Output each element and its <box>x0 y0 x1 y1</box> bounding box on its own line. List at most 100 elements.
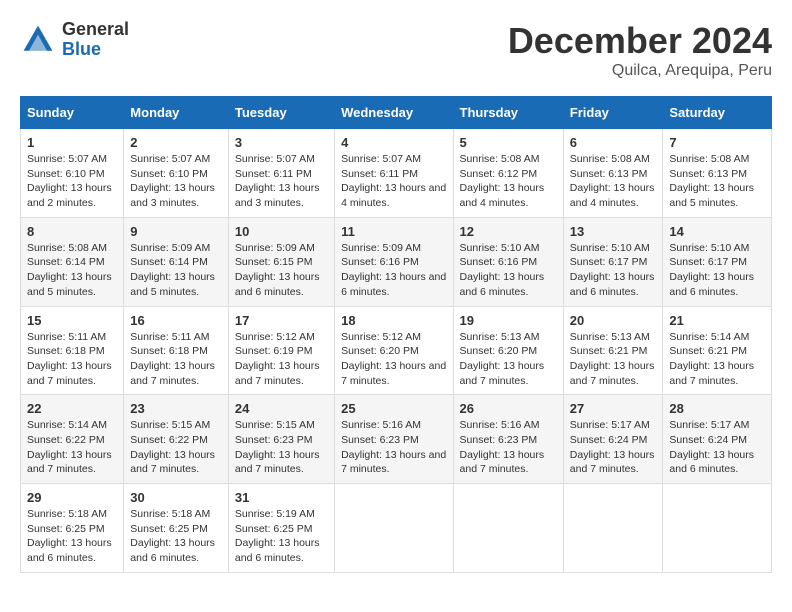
day-info: Sunrise: 5:09 AM Sunset: 6:14 PM Dayligh… <box>130 241 222 300</box>
table-row: 12 Sunrise: 5:10 AM Sunset: 6:16 PM Dayl… <box>453 217 563 306</box>
day-info: Sunrise: 5:10 AM Sunset: 6:17 PM Dayligh… <box>570 241 657 300</box>
page-header: General Blue December 2024 Quilca, Arequ… <box>20 20 772 80</box>
day-number: 6 <box>570 135 657 150</box>
header-monday: Monday <box>124 97 229 129</box>
header-wednesday: Wednesday <box>335 97 453 129</box>
day-info: Sunrise: 5:08 AM Sunset: 6:14 PM Dayligh… <box>27 241 117 300</box>
table-row <box>453 484 563 573</box>
calendar-table: Sunday Monday Tuesday Wednesday Thursday… <box>20 96 772 573</box>
table-row: 29 Sunrise: 5:18 AM Sunset: 6:25 PM Dayl… <box>21 484 124 573</box>
day-info: Sunrise: 5:07 AM Sunset: 6:11 PM Dayligh… <box>341 152 446 211</box>
day-number: 5 <box>460 135 557 150</box>
day-number: 15 <box>27 313 117 328</box>
day-number: 1 <box>27 135 117 150</box>
day-info: Sunrise: 5:13 AM Sunset: 6:20 PM Dayligh… <box>460 330 557 389</box>
day-number: 21 <box>669 313 765 328</box>
day-number: 22 <box>27 401 117 416</box>
week-row-4: 22 Sunrise: 5:14 AM Sunset: 6:22 PM Dayl… <box>21 395 772 484</box>
day-number: 7 <box>669 135 765 150</box>
table-row: 13 Sunrise: 5:10 AM Sunset: 6:17 PM Dayl… <box>563 217 663 306</box>
day-number: 28 <box>669 401 765 416</box>
day-number: 10 <box>235 224 328 239</box>
day-info: Sunrise: 5:10 AM Sunset: 6:17 PM Dayligh… <box>669 241 765 300</box>
title-block: December 2024 Quilca, Arequipa, Peru <box>508 20 772 80</box>
week-row-1: 1 Sunrise: 5:07 AM Sunset: 6:10 PM Dayli… <box>21 129 772 218</box>
day-number: 24 <box>235 401 328 416</box>
day-number: 13 <box>570 224 657 239</box>
table-row: 21 Sunrise: 5:14 AM Sunset: 6:21 PM Dayl… <box>663 306 772 395</box>
day-info: Sunrise: 5:17 AM Sunset: 6:24 PM Dayligh… <box>570 418 657 477</box>
day-number: 3 <box>235 135 328 150</box>
day-info: Sunrise: 5:07 AM Sunset: 6:11 PM Dayligh… <box>235 152 328 211</box>
table-row <box>563 484 663 573</box>
table-row: 3 Sunrise: 5:07 AM Sunset: 6:11 PM Dayli… <box>228 129 334 218</box>
table-row: 19 Sunrise: 5:13 AM Sunset: 6:20 PM Dayl… <box>453 306 563 395</box>
table-row: 1 Sunrise: 5:07 AM Sunset: 6:10 PM Dayli… <box>21 129 124 218</box>
table-row: 26 Sunrise: 5:16 AM Sunset: 6:23 PM Dayl… <box>453 395 563 484</box>
day-info: Sunrise: 5:16 AM Sunset: 6:23 PM Dayligh… <box>341 418 446 477</box>
day-info: Sunrise: 5:12 AM Sunset: 6:20 PM Dayligh… <box>341 330 446 389</box>
day-number: 4 <box>341 135 446 150</box>
day-info: Sunrise: 5:11 AM Sunset: 6:18 PM Dayligh… <box>27 330 117 389</box>
day-number: 19 <box>460 313 557 328</box>
logo-icon <box>20 22 56 58</box>
table-row: 30 Sunrise: 5:18 AM Sunset: 6:25 PM Dayl… <box>124 484 229 573</box>
day-info: Sunrise: 5:19 AM Sunset: 6:25 PM Dayligh… <box>235 507 328 566</box>
day-number: 29 <box>27 490 117 505</box>
day-info: Sunrise: 5:14 AM Sunset: 6:22 PM Dayligh… <box>27 418 117 477</box>
day-number: 31 <box>235 490 328 505</box>
day-number: 26 <box>460 401 557 416</box>
table-row: 23 Sunrise: 5:15 AM Sunset: 6:22 PM Dayl… <box>124 395 229 484</box>
header-saturday: Saturday <box>663 97 772 129</box>
location: Quilca, Arequipa, Peru <box>508 62 772 80</box>
day-info: Sunrise: 5:13 AM Sunset: 6:21 PM Dayligh… <box>570 330 657 389</box>
table-row: 7 Sunrise: 5:08 AM Sunset: 6:13 PM Dayli… <box>663 129 772 218</box>
day-number: 11 <box>341 224 446 239</box>
day-info: Sunrise: 5:18 AM Sunset: 6:25 PM Dayligh… <box>27 507 117 566</box>
table-row: 25 Sunrise: 5:16 AM Sunset: 6:23 PM Dayl… <box>335 395 453 484</box>
calendar-header-row: Sunday Monday Tuesday Wednesday Thursday… <box>21 97 772 129</box>
header-sunday: Sunday <box>21 97 124 129</box>
day-number: 30 <box>130 490 222 505</box>
month-title: December 2024 <box>508 20 772 62</box>
table-row: 8 Sunrise: 5:08 AM Sunset: 6:14 PM Dayli… <box>21 217 124 306</box>
day-number: 12 <box>460 224 557 239</box>
day-number: 14 <box>669 224 765 239</box>
table-row: 14 Sunrise: 5:10 AM Sunset: 6:17 PM Dayl… <box>663 217 772 306</box>
day-info: Sunrise: 5:07 AM Sunset: 6:10 PM Dayligh… <box>27 152 117 211</box>
day-info: Sunrise: 5:08 AM Sunset: 6:13 PM Dayligh… <box>570 152 657 211</box>
day-info: Sunrise: 5:16 AM Sunset: 6:23 PM Dayligh… <box>460 418 557 477</box>
table-row: 28 Sunrise: 5:17 AM Sunset: 6:24 PM Dayl… <box>663 395 772 484</box>
logo-text: General Blue <box>62 20 129 60</box>
table-row: 15 Sunrise: 5:11 AM Sunset: 6:18 PM Dayl… <box>21 306 124 395</box>
table-row: 10 Sunrise: 5:09 AM Sunset: 6:15 PM Dayl… <box>228 217 334 306</box>
table-row: 18 Sunrise: 5:12 AM Sunset: 6:20 PM Dayl… <box>335 306 453 395</box>
day-info: Sunrise: 5:14 AM Sunset: 6:21 PM Dayligh… <box>669 330 765 389</box>
header-thursday: Thursday <box>453 97 563 129</box>
day-number: 18 <box>341 313 446 328</box>
day-info: Sunrise: 5:11 AM Sunset: 6:18 PM Dayligh… <box>130 330 222 389</box>
table-row: 20 Sunrise: 5:13 AM Sunset: 6:21 PM Dayl… <box>563 306 663 395</box>
table-row: 4 Sunrise: 5:07 AM Sunset: 6:11 PM Dayli… <box>335 129 453 218</box>
table-row: 5 Sunrise: 5:08 AM Sunset: 6:12 PM Dayli… <box>453 129 563 218</box>
week-row-5: 29 Sunrise: 5:18 AM Sunset: 6:25 PM Dayl… <box>21 484 772 573</box>
day-number: 8 <box>27 224 117 239</box>
day-info: Sunrise: 5:09 AM Sunset: 6:16 PM Dayligh… <box>341 241 446 300</box>
day-number: 20 <box>570 313 657 328</box>
day-info: Sunrise: 5:15 AM Sunset: 6:23 PM Dayligh… <box>235 418 328 477</box>
table-row <box>663 484 772 573</box>
logo: General Blue <box>20 20 129 60</box>
table-row: 2 Sunrise: 5:07 AM Sunset: 6:10 PM Dayli… <box>124 129 229 218</box>
header-friday: Friday <box>563 97 663 129</box>
header-tuesday: Tuesday <box>228 97 334 129</box>
table-row: 17 Sunrise: 5:12 AM Sunset: 6:19 PM Dayl… <box>228 306 334 395</box>
day-number: 2 <box>130 135 222 150</box>
day-number: 9 <box>130 224 222 239</box>
table-row: 6 Sunrise: 5:08 AM Sunset: 6:13 PM Dayli… <box>563 129 663 218</box>
day-info: Sunrise: 5:18 AM Sunset: 6:25 PM Dayligh… <box>130 507 222 566</box>
table-row: 22 Sunrise: 5:14 AM Sunset: 6:22 PM Dayl… <box>21 395 124 484</box>
day-info: Sunrise: 5:07 AM Sunset: 6:10 PM Dayligh… <box>130 152 222 211</box>
day-number: 17 <box>235 313 328 328</box>
table-row: 27 Sunrise: 5:17 AM Sunset: 6:24 PM Dayl… <box>563 395 663 484</box>
day-info: Sunrise: 5:10 AM Sunset: 6:16 PM Dayligh… <box>460 241 557 300</box>
